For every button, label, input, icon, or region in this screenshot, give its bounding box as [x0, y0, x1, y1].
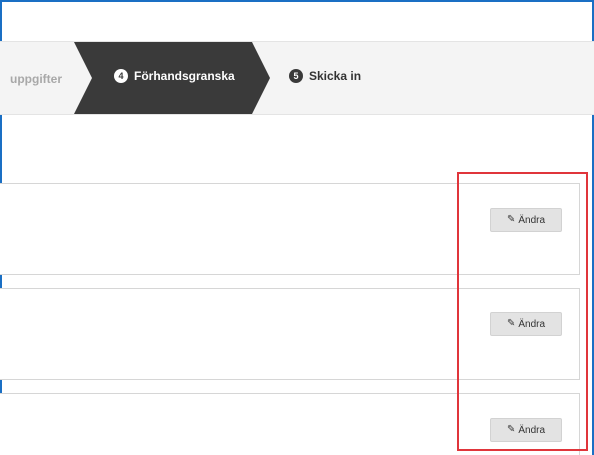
edit-button-label: Ändra	[518, 424, 546, 436]
step-4-number: 4	[114, 69, 128, 83]
edit-button-label: Ändra	[518, 214, 546, 226]
pencil-icon: ✎	[506, 424, 516, 435]
step-4-active[interactable]: 4 Förhandsgranska	[74, 42, 270, 114]
edit-button-1[interactable]: ✎ Ändra	[490, 208, 562, 232]
edit-button-2[interactable]: ✎ Ändra	[490, 312, 562, 336]
pencil-icon: ✎	[506, 318, 516, 329]
step-5-label: Skicka in	[309, 69, 362, 83]
step-5-number: 5	[289, 69, 303, 83]
edit-button-3[interactable]: ✎ Ändra	[490, 418, 562, 442]
edit-button-label: Ändra	[518, 318, 546, 330]
pencil-icon: ✎	[506, 214, 516, 225]
progress-stepper: uppgifter 4 Förhandsgranska 5 Skicka in	[0, 41, 594, 115]
step-4-label: Förhandsgranska	[134, 69, 235, 83]
step-5[interactable]: 5 Skicka in	[289, 69, 361, 83]
step-3-label-partial[interactable]: uppgifter	[10, 72, 62, 86]
